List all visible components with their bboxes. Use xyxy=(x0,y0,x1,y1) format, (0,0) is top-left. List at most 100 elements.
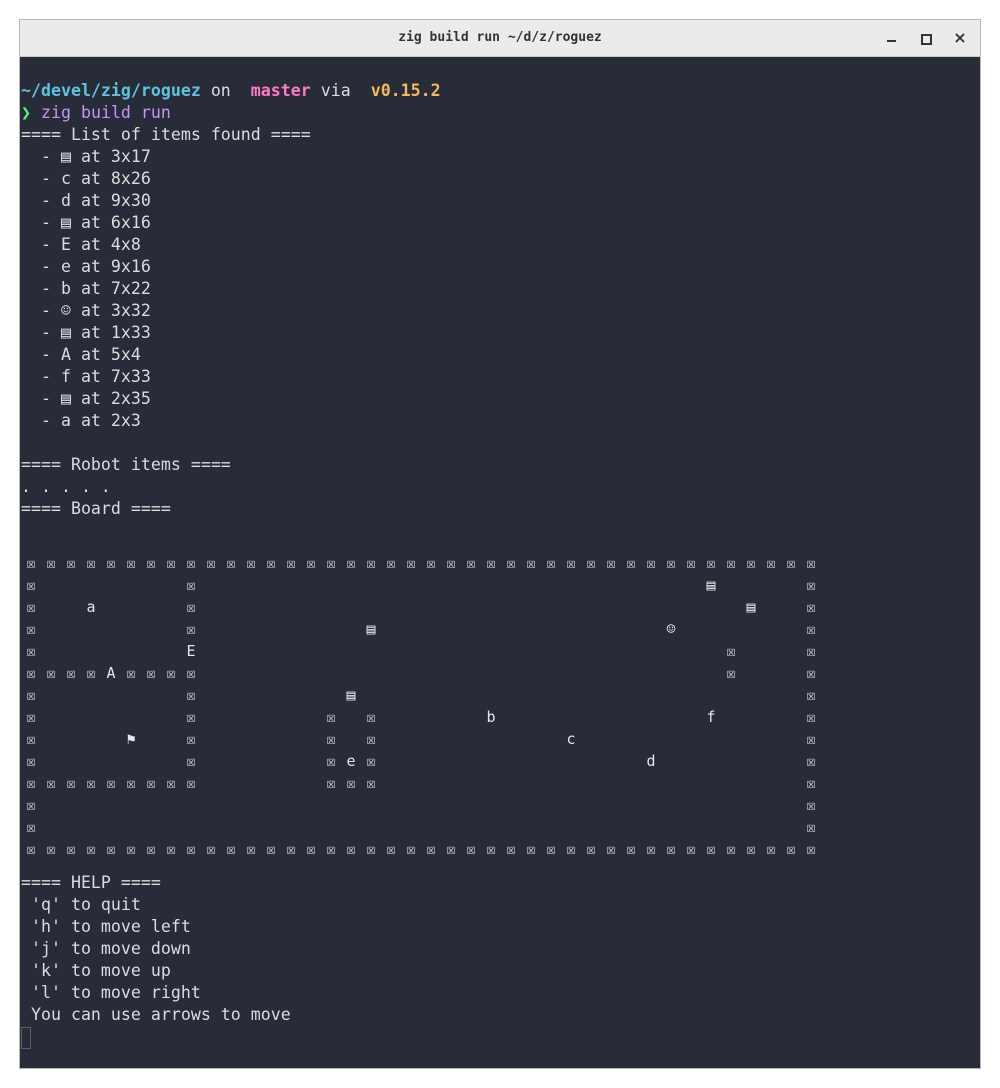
wall-tile: ☒ xyxy=(806,708,816,726)
wall-tile: ☒ xyxy=(186,664,196,682)
wall-tile: ☒ xyxy=(126,774,136,792)
wall-tile: ☒ xyxy=(86,774,96,792)
wall-tile: ☒ xyxy=(186,686,196,704)
wall-tile: ☒ xyxy=(446,554,456,572)
minimize-button[interactable] xyxy=(882,28,902,48)
wall-tile: ☒ xyxy=(706,554,716,572)
wall-tile: ☒ xyxy=(426,840,436,858)
maximize-icon xyxy=(921,34,932,45)
wall-tile: ☒ xyxy=(766,554,776,572)
wall-tile: ☒ xyxy=(26,620,36,638)
help-line: 'q' to quit xyxy=(21,895,141,914)
wall-tile: ☒ xyxy=(646,840,656,858)
board-item-c: c xyxy=(566,730,576,748)
board-header: ==== Board ==== xyxy=(21,499,171,518)
wall-tile: ☒ xyxy=(806,730,816,748)
wall-tile: ☒ xyxy=(26,818,36,836)
board-item-d: d xyxy=(646,752,656,770)
chest-item-icon: ▤ xyxy=(366,620,376,638)
prompt-path: ~/devel/zig/roguez xyxy=(21,81,201,100)
wall-tile: ☒ xyxy=(506,554,516,572)
wall-tile: ☒ xyxy=(726,664,736,682)
wall-tile: ☒ xyxy=(406,554,416,572)
wall-tile: ☒ xyxy=(786,840,796,858)
wall-tile: ☒ xyxy=(666,840,676,858)
wall-tile: ☒ xyxy=(366,774,376,792)
chest-item-icon: ▤ xyxy=(706,576,716,594)
wall-tile: ☒ xyxy=(106,774,116,792)
wall-tile: ☒ xyxy=(66,840,76,858)
chest-item-icon: ▤ xyxy=(746,598,756,616)
wall-tile: ☒ xyxy=(366,730,376,748)
wall-tile: ☒ xyxy=(546,554,556,572)
wall-tile: ☒ xyxy=(466,840,476,858)
wall-tile: ☒ xyxy=(46,840,56,858)
wall-tile: ☒ xyxy=(806,796,816,814)
wall-tile: ☒ xyxy=(86,554,96,572)
wall-tile: ☒ xyxy=(26,840,36,858)
item-line: - ☺ at 3x32 xyxy=(21,301,151,320)
wall-tile: ☒ xyxy=(686,840,696,858)
wall-tile: ☒ xyxy=(806,598,816,616)
wall-tile: ☒ xyxy=(66,554,76,572)
close-icon: × xyxy=(953,28,967,47)
shell-prompt-line: ~/devel/zig/roguez on master via v0.15.2 xyxy=(21,80,441,102)
wall-tile: ☒ xyxy=(286,554,296,572)
wall-tile: ☒ xyxy=(186,752,196,770)
wall-tile: ☒ xyxy=(166,840,176,858)
wall-tile: ☒ xyxy=(566,554,576,572)
zig-version: v0.15.2 xyxy=(370,81,441,100)
wall-tile: ☒ xyxy=(186,576,196,594)
wall-tile: ☒ xyxy=(386,554,396,572)
wall-tile: ☒ xyxy=(406,840,416,858)
board-item-a: a xyxy=(86,598,96,616)
wall-tile: ☒ xyxy=(46,664,56,682)
item-line: - E at 4x8 xyxy=(21,235,141,254)
wall-tile: ☒ xyxy=(306,554,316,572)
wall-tile: ☒ xyxy=(806,620,816,638)
wall-tile: ☒ xyxy=(326,840,336,858)
wall-tile: ☒ xyxy=(266,840,276,858)
wall-tile: ☒ xyxy=(806,818,816,836)
wall-tile: ☒ xyxy=(326,774,336,792)
wall-tile: ☒ xyxy=(186,730,196,748)
chest-item-icon: ▤ xyxy=(346,686,356,704)
wall-tile: ☒ xyxy=(706,840,716,858)
wall-tile: ☒ xyxy=(166,554,176,572)
wall-tile: ☒ xyxy=(186,840,196,858)
wall-tile: ☒ xyxy=(526,840,536,858)
board-item-f: f xyxy=(706,708,716,726)
item-line: - ▤ at 6x16 xyxy=(21,213,151,232)
wall-tile: ☒ xyxy=(26,664,36,682)
item-line: - c at 8x26 xyxy=(21,169,151,188)
item-line: - ▤ at 2x35 xyxy=(21,389,151,408)
wall-tile: ☒ xyxy=(746,554,756,572)
wall-tile: ☒ xyxy=(326,708,336,726)
wall-tile: ☒ xyxy=(346,774,356,792)
git-branch-name: master xyxy=(250,81,311,100)
wall-tile: ☒ xyxy=(686,554,696,572)
close-button[interactable]: × xyxy=(950,28,970,48)
wall-tile: ☒ xyxy=(246,554,256,572)
board-item-E: E xyxy=(186,642,196,660)
item-line: - d at 9x30 xyxy=(21,191,151,210)
wall-tile: ☒ xyxy=(226,554,236,572)
wall-tile: ☒ xyxy=(186,554,196,572)
wall-tile: ☒ xyxy=(726,642,736,660)
wall-tile: ☒ xyxy=(326,730,336,748)
board-item-A: A xyxy=(106,664,116,682)
terminal-output[interactable]: ~/devel/zig/roguez on master via v0.15.2… xyxy=(21,57,979,1067)
command-line: ❯ zig build run xyxy=(21,102,171,124)
minimize-icon xyxy=(887,40,896,42)
wall-tile: ☒ xyxy=(806,686,816,704)
wall-tile: ☒ xyxy=(246,840,256,858)
wall-tile: ☒ xyxy=(166,664,176,682)
item-line: - ▤ at 1x33 xyxy=(21,323,151,342)
wall-tile: ☒ xyxy=(446,840,456,858)
prompt-on-text: on xyxy=(200,81,241,100)
terminal-cursor[interactable] xyxy=(21,1027,31,1049)
wall-tile: ☒ xyxy=(586,554,596,572)
wall-tile: ☒ xyxy=(606,840,616,858)
wall-tile: ☒ xyxy=(186,620,196,638)
maximize-button[interactable] xyxy=(916,28,936,48)
